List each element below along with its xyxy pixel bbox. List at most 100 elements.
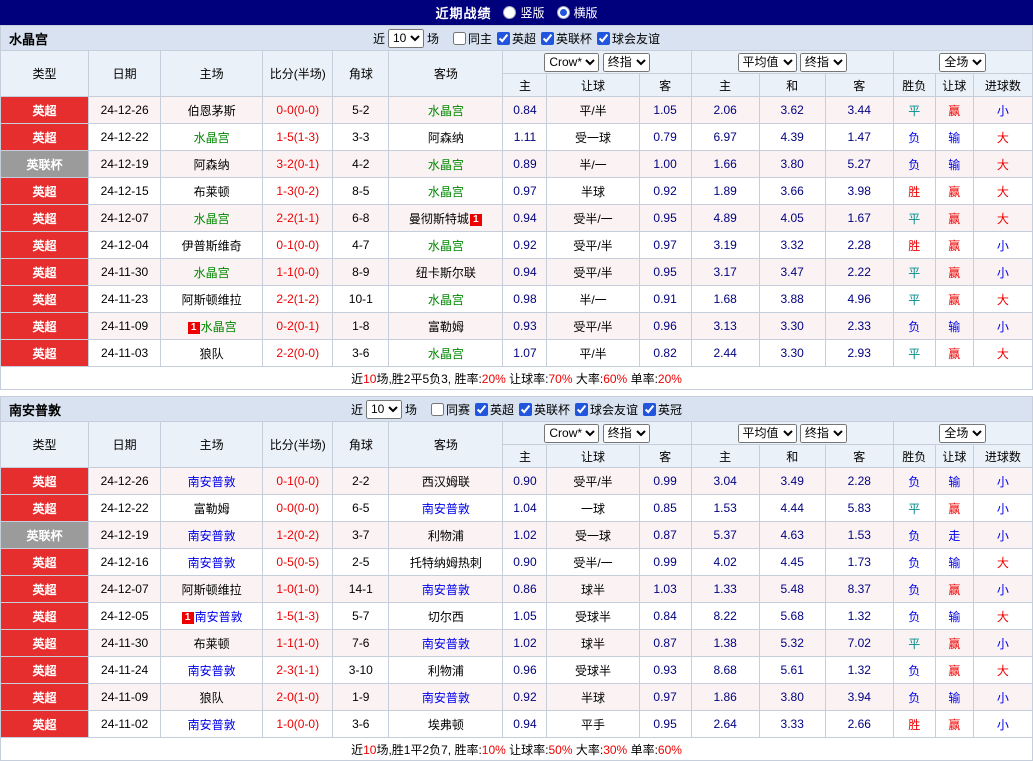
scope-select[interactable]: 全场	[939, 423, 987, 443]
checkbox-input[interactable]	[597, 31, 611, 45]
team-link[interactable]: 埃弗顿	[428, 718, 464, 732]
euro-avg-select[interactable]: 平均值	[737, 52, 797, 72]
match-score[interactable]: 0-2(0-1)	[262, 312, 334, 340]
team-link[interactable]: 南安普敦	[422, 691, 470, 705]
team-link[interactable]: 水晶宫	[428, 347, 464, 361]
match-score[interactable]: 2-0(1-0)	[262, 683, 334, 711]
radio-horizontal-layout[interactable]: 横版	[556, 4, 598, 21]
filter-checkbox-球会友谊[interactable]: 球会友谊	[570, 401, 638, 418]
team-link[interactable]: 利物浦	[428, 664, 464, 678]
match-score[interactable]: 2-2(0-0)	[262, 339, 334, 367]
team-link[interactable]: 伯恩茅斯	[188, 104, 236, 118]
team-link[interactable]: 切尔西	[428, 610, 464, 624]
team-link[interactable]: 南安普敦	[188, 529, 236, 543]
filter-checkbox-球会友谊[interactable]: 球会友谊	[592, 30, 660, 47]
recent-count-select[interactable]: 10	[387, 28, 424, 48]
team-link[interactable]: 水晶宫	[194, 266, 230, 280]
col-date: 日期	[88, 421, 162, 468]
team-link[interactable]: 水晶宫	[428, 185, 464, 199]
checkbox-input[interactable]	[497, 31, 510, 45]
euro-draw-odds: 4.39	[758, 123, 826, 151]
filter-checkbox-英超[interactable]: 英超	[492, 30, 536, 47]
checkbox-input[interactable]	[541, 31, 555, 45]
match-score[interactable]: 1-5(1-3)	[262, 123, 334, 151]
checkbox-input[interactable]	[474, 402, 488, 416]
match-score[interactable]: 0-1(0-0)	[262, 231, 334, 259]
team-link[interactable]: 南安普敦	[422, 502, 470, 516]
filter-checkbox-英冠[interactable]: 英冠	[638, 401, 682, 418]
match-row: 英超 24-12-07 水晶宫 2-2(1-1) 6-8 曼彻斯特城 1 0.94 受半/一 0.…	[0, 204, 1033, 232]
team-link[interactable]: 水晶宫	[194, 212, 230, 226]
checkbox-input[interactable]	[430, 402, 444, 416]
match-score[interactable]: 1-0(1-0)	[262, 575, 334, 603]
recent-count-select[interactable]: 10	[365, 399, 402, 419]
team-link[interactable]: 阿斯顿维拉	[182, 583, 242, 597]
asia-index-select[interactable]: 终指	[602, 52, 650, 72]
match-score[interactable]: 1-2(0-2)	[262, 521, 334, 549]
team-link[interactable]: 纽卡斯尔联	[416, 266, 476, 280]
match-score[interactable]: 0-0(0-0)	[262, 494, 334, 522]
team-link[interactable]: 布莱顿	[194, 185, 230, 199]
asia-index-select[interactable]: 终指	[602, 423, 650, 443]
summary-segment: 让球率:	[505, 371, 549, 386]
match-score[interactable]: 0-5(0-5)	[262, 548, 334, 576]
team-link[interactable]: 南安普敦	[188, 664, 236, 678]
match-score[interactable]: 2-2(1-2)	[262, 285, 334, 313]
scope-select[interactable]: 全场	[939, 52, 987, 72]
team-link[interactable]: 西汉姆联	[422, 475, 470, 489]
team-link[interactable]: 水晶宫	[194, 131, 230, 145]
team-link[interactable]: 南安普敦	[422, 583, 470, 597]
team-link[interactable]: 托特纳姆热刺	[410, 556, 482, 570]
team-link[interactable]: 南安普敦	[195, 610, 243, 624]
team-link[interactable]: 阿斯顿维拉	[182, 293, 242, 307]
team-link[interactable]: 南安普敦	[188, 718, 236, 732]
checkbox-input[interactable]	[643, 402, 657, 416]
team-link[interactable]: 南安普敦	[188, 556, 236, 570]
team-link[interactable]: 狼队	[200, 691, 224, 705]
bookmaker-select[interactable]: Crow*	[544, 423, 600, 443]
euro-avg-select[interactable]: 平均值	[737, 423, 797, 443]
team-link[interactable]: 水晶宫	[428, 293, 464, 307]
team-link[interactable]: 利物浦	[428, 529, 464, 543]
match-score[interactable]: 0-0(0-0)	[262, 96, 334, 124]
checkbox-input[interactable]	[575, 402, 589, 416]
match-score[interactable]: 1-3(0-2)	[262, 177, 334, 205]
team-link[interactable]: 水晶宫	[201, 320, 237, 334]
team-link[interactable]: 水晶宫	[428, 104, 464, 118]
match-score[interactable]: 2-2(1-1)	[262, 204, 334, 232]
match-score[interactable]: 1-5(1-3)	[262, 602, 334, 630]
team-link[interactable]: 南安普敦	[422, 637, 470, 651]
team-link[interactable]: 富勒姆	[428, 320, 464, 334]
match-score[interactable]: 1-1(1-0)	[262, 629, 334, 657]
match-score[interactable]: 2-3(1-1)	[262, 656, 334, 684]
team-link[interactable]: 南安普敦	[188, 475, 236, 489]
radio-vertical-layout[interactable]: 竖版	[503, 4, 545, 21]
team-link[interactable]: 狼队	[200, 347, 224, 361]
filter-checkbox-同赛[interactable]: 同赛	[426, 401, 470, 418]
match-score[interactable]: 1-1(0-0)	[262, 258, 334, 286]
euro-index-select[interactable]: 终指	[799, 423, 847, 443]
team-link[interactable]: 曼彻斯特城	[409, 212, 469, 226]
match-score[interactable]: 1-0(0-0)	[262, 710, 334, 738]
asia-away-odds: 0.93	[638, 656, 692, 684]
team-link[interactable]: 水晶宫	[428, 158, 464, 172]
team-link[interactable]: 布莱顿	[194, 637, 230, 651]
filter-checkbox-英超[interactable]: 英超	[470, 401, 514, 418]
summary-segment: 单率:	[627, 742, 658, 757]
match-score[interactable]: 0-1(0-0)	[262, 467, 334, 495]
league-type: 英超	[0, 123, 90, 151]
corner-score: 7-6	[332, 629, 390, 657]
checkbox-input[interactable]	[452, 31, 466, 45]
euro-index-select[interactable]: 终指	[799, 52, 847, 72]
filter-checkbox-英联杯[interactable]: 英联杯	[536, 30, 592, 47]
checkbox-input[interactable]	[519, 402, 532, 416]
team-link[interactable]: 富勒姆	[194, 502, 230, 516]
team-link[interactable]: 阿森纳	[194, 158, 230, 172]
filter-checkbox-英联杯[interactable]: 英联杯	[514, 401, 570, 418]
team-link[interactable]: 阿森纳	[428, 131, 464, 145]
filter-checkbox-同主[interactable]: 同主	[448, 30, 492, 47]
bookmaker-select[interactable]: Crow*	[544, 52, 600, 72]
team-link[interactable]: 伊普斯维奇	[182, 239, 242, 253]
match-score[interactable]: 3-2(0-1)	[262, 150, 334, 178]
team-link[interactable]: 水晶宫	[428, 239, 464, 253]
